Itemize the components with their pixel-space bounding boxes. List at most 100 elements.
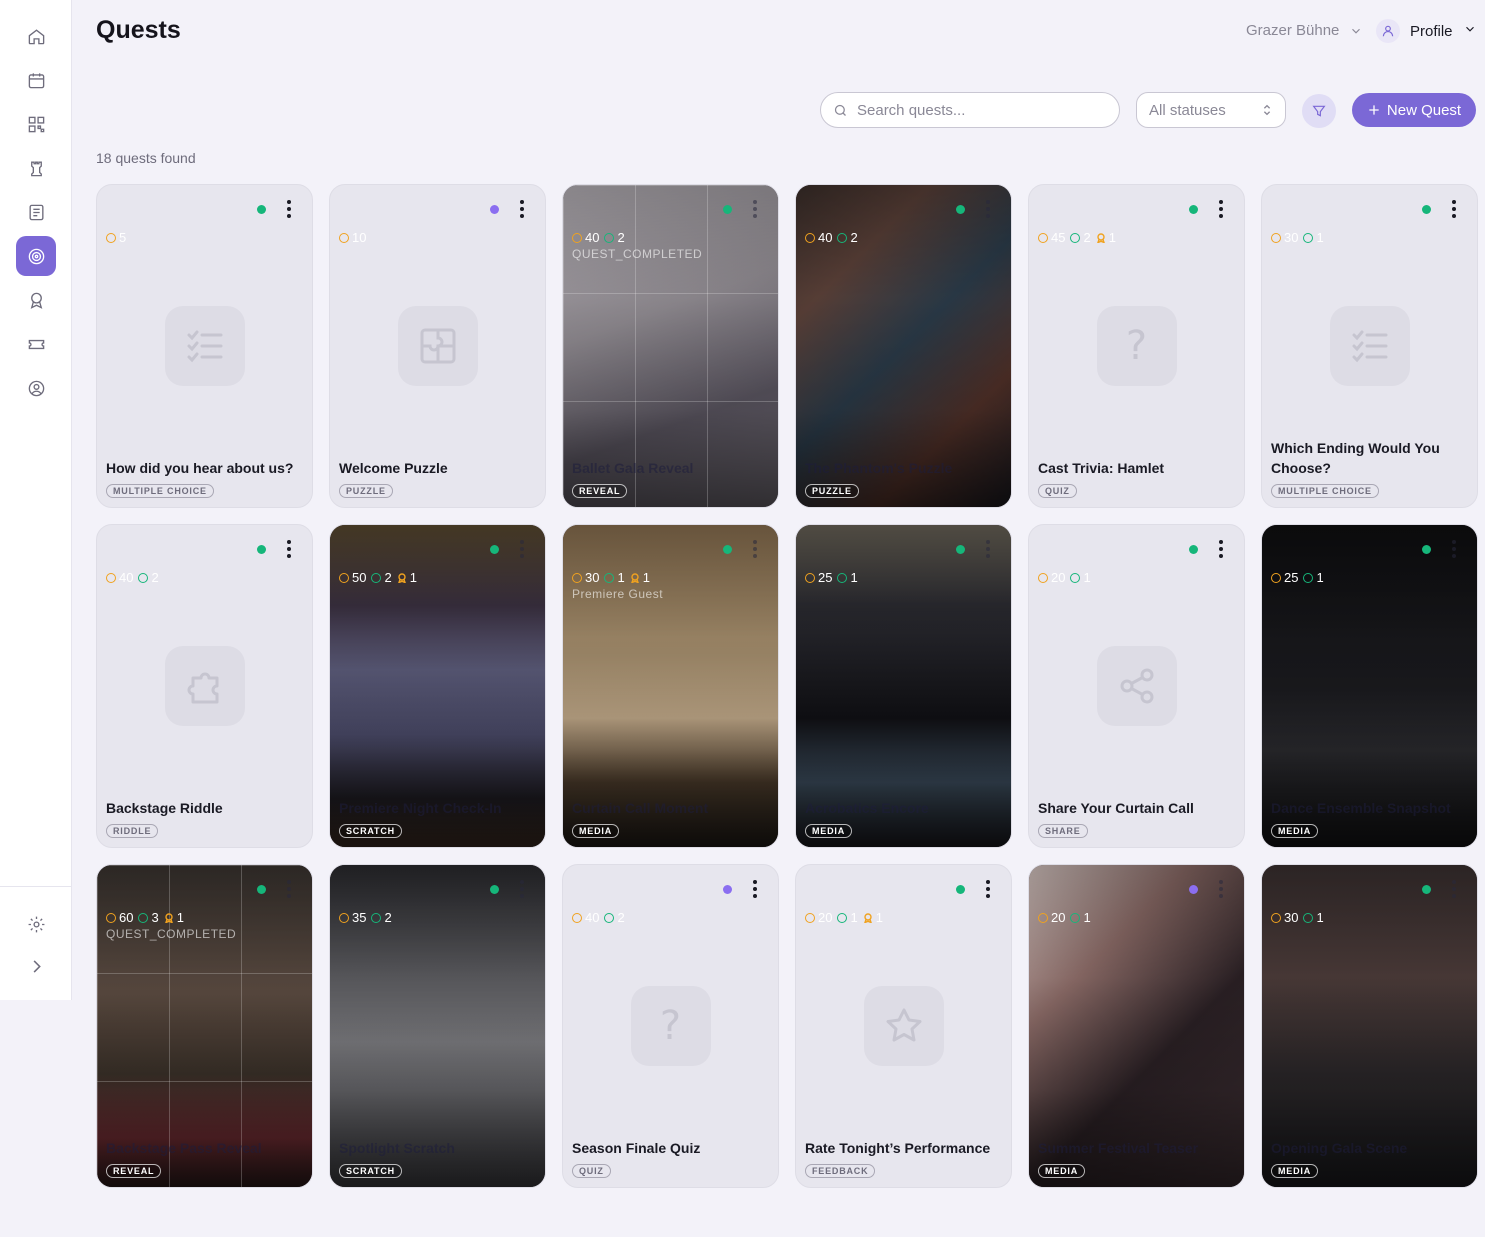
nav-tickets[interactable] — [16, 324, 56, 364]
ring-icon — [1303, 912, 1314, 923]
card-menu-button[interactable] — [511, 537, 533, 561]
status-dot — [723, 205, 732, 214]
coin-value: 45 — [1051, 230, 1066, 245]
quest-card[interactable]: 40 2 The Phantom's Puzzle PUZZLE — [795, 184, 1012, 508]
check-value: 2 — [151, 570, 159, 585]
card-menu-button[interactable] — [744, 537, 766, 561]
card-menu-button[interactable] — [977, 537, 999, 561]
nav-users[interactable] — [16, 368, 56, 408]
award-value: 1 — [642, 570, 650, 585]
quest-card[interactable]: 25 1 Acrobatics Encore MEDIA — [795, 524, 1012, 848]
checklist-icon — [185, 326, 225, 366]
nav-documents[interactable] — [16, 192, 56, 232]
ring-icon — [1303, 572, 1314, 583]
status-dot — [1422, 885, 1431, 894]
card-menu-button[interactable] — [1210, 877, 1232, 901]
profile-label: Profile — [1410, 22, 1453, 40]
ribbon-icon — [164, 912, 174, 923]
profile-menu[interactable]: Profile — [1376, 19, 1477, 43]
card-menu-button[interactable] — [1443, 877, 1465, 901]
quest-card[interactable]: 30 1 1 Premiere Guest Curtain Call Moment MED… — [562, 524, 779, 848]
quest-card[interactable]: 20 1 1 Rate Tonight’s Performance FEEDBACK — [795, 864, 1012, 1188]
quest-card[interactable]: 35 2 Spotlight Scratch SCRATCH — [329, 864, 546, 1188]
placeholder-tile — [863, 986, 944, 1066]
ring-icon — [1070, 912, 1081, 923]
ring-icon — [604, 232, 615, 243]
new-quest-button[interactable]: New Quest — [1352, 93, 1476, 127]
quest-card[interactable]: 10 Welcome Puzzle PUZZLE — [329, 184, 546, 508]
card-menu-button[interactable] — [744, 197, 766, 221]
coin-icon — [572, 572, 582, 583]
card-menu-button[interactable] — [278, 877, 300, 901]
quest-stats: 5 — [106, 230, 126, 245]
card-menu-button[interactable] — [977, 877, 999, 901]
nav-calendar[interactable] — [16, 60, 56, 100]
coin-icon — [106, 232, 116, 243]
card-menu-button[interactable] — [278, 537, 300, 561]
home-icon — [28, 28, 44, 44]
quest-card[interactable]: 20 1 Share Your Curtain Call SHARE — [1028, 524, 1245, 848]
search-box — [820, 92, 1120, 128]
check-stat: 2 — [138, 570, 159, 585]
quest-stats: 50 2 1 — [339, 570, 417, 585]
quest-card[interactable]: 50 2 1 Premiere Night Check-In SCRATCH — [329, 524, 546, 848]
status-filter-select[interactable]: All statuses — [1136, 92, 1286, 128]
placeholder-tile: ? — [630, 986, 711, 1066]
check-value: 1 — [1083, 910, 1091, 925]
card-menu-button[interactable] — [1210, 537, 1232, 561]
quest-title: Share Your Curtain Call — [1038, 800, 1194, 816]
status-dot — [1189, 205, 1198, 214]
card-menu-button[interactable] — [1443, 537, 1465, 561]
check-stat: 2 — [604, 910, 625, 925]
nav-chess[interactable] — [16, 148, 56, 188]
check-stat: 1 — [604, 570, 625, 585]
sidebar-divider — [0, 886, 72, 887]
quest-title: Ballet Gala Reveal — [572, 460, 694, 476]
coin-value: 25 — [818, 570, 833, 585]
nav-quests[interactable] — [16, 236, 56, 276]
nav-qr[interactable] — [16, 104, 56, 144]
quest-card[interactable]: 5 How did you hear about us? MULTIPLE CHOI… — [96, 184, 313, 508]
quest-card[interactable]: 30 1 Opening Gala Scene MEDIA — [1261, 864, 1478, 1188]
card-menu-button[interactable] — [278, 197, 300, 221]
quest-card[interactable]: 20 1 Summer Festival Teaser MEDIA — [1028, 864, 1245, 1188]
quest-stats: 30 1 — [1271, 910, 1324, 925]
card-menu-button[interactable] — [744, 877, 766, 901]
check-stat: 1 — [837, 910, 858, 925]
quest-card[interactable]: 30 1 Which Ending Would You Choose? MULTIPL… — [1261, 184, 1478, 508]
quest-card[interactable]: 40 2 Backstage Riddle RIDDLE — [96, 524, 313, 848]
filter-button[interactable] — [1302, 94, 1336, 128]
nav-expand[interactable] — [16, 946, 56, 986]
quest-card[interactable]: ? 45 2 1 Cast Trivia: Hamlet QUIZ — [1028, 184, 1245, 508]
document-list-icon — [28, 204, 44, 220]
quest-card[interactable]: 40 2 QUEST_COMPLETED Ballet Gala Reveal REVE… — [562, 184, 779, 508]
coin-value: 40 — [119, 570, 134, 585]
org-select[interactable]: Grazer Bühne — [1246, 22, 1363, 39]
card-menu-button[interactable] — [511, 197, 533, 221]
nav-awards[interactable] — [16, 280, 56, 320]
ticket-icon — [28, 339, 44, 349]
quest-card[interactable]: ? 40 2 Season Finale Quiz QUIZ — [562, 864, 779, 1188]
coin-icon — [1038, 912, 1048, 923]
quest-card[interactable]: 60 3 1 QUEST_COMPLETED Backstage Pass Reveal… — [96, 864, 313, 1188]
coin-value: 35 — [352, 910, 367, 925]
card-menu-button[interactable] — [1210, 197, 1232, 221]
nav-home[interactable] — [16, 16, 56, 56]
card-menu-button[interactable] — [977, 197, 999, 221]
status-dot — [257, 205, 266, 214]
quest-title: Curtain Call Moment — [572, 800, 709, 816]
award-stat: 1 — [1096, 230, 1116, 245]
award-icon — [30, 292, 42, 309]
card-menu-button[interactable] — [1443, 197, 1465, 221]
coin-icon — [805, 232, 815, 243]
ring-icon — [837, 232, 848, 243]
nav-settings[interactable] — [16, 904, 56, 944]
quest-card[interactable]: 25 1 Dance Ensemble Snapshot MEDIA — [1261, 524, 1478, 848]
check-stat: 2 — [371, 910, 392, 925]
ring-icon — [371, 912, 382, 923]
check-value: 1 — [1316, 570, 1324, 585]
coin-icon — [106, 572, 116, 583]
search-input[interactable] — [857, 101, 1097, 119]
card-menu-button[interactable] — [511, 877, 533, 901]
coin-stat: 25 — [1271, 570, 1298, 585]
